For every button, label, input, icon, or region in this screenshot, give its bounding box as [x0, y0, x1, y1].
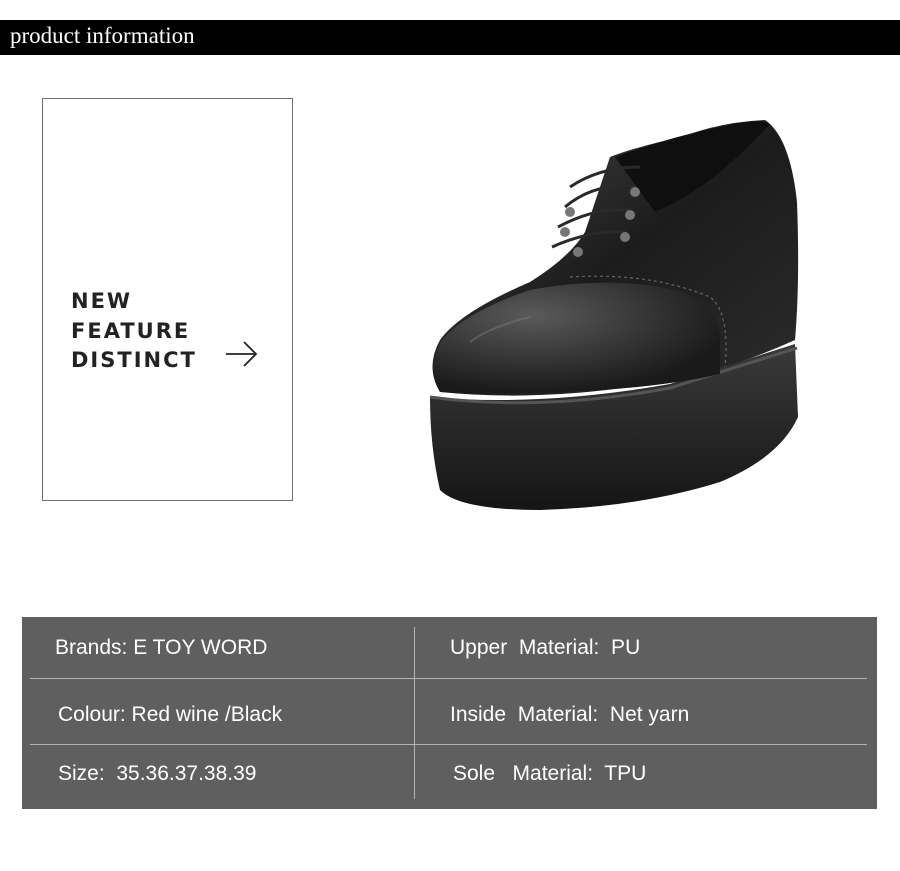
arrow-right-icon	[226, 341, 258, 367]
spec-table: Brands: E TOY WORD Upper Material: PU Co…	[22, 617, 877, 809]
size-cell: Size: 35.36.37.38.39	[58, 762, 257, 785]
page-title: product information	[10, 23, 195, 48]
header-bar: product information	[0, 20, 900, 55]
brand-cell: Brands: E TOY WORD	[55, 636, 268, 659]
column-divider	[414, 627, 415, 799]
sole-material-cell: Sole Material: TPU	[453, 762, 647, 785]
feature-text: NEW FEATURE DISTINCT	[71, 287, 197, 376]
feature-line-distinct: DISTINCT	[71, 348, 197, 372]
colour-cell: Colour: Red wine /Black	[58, 703, 283, 726]
feature-line-feature: FEATURE	[71, 318, 191, 343]
row-divider	[30, 744, 867, 745]
shoe-icon	[429, 120, 799, 510]
inside-material-cell: Inside Material: Net yarn	[450, 703, 690, 726]
upper-material-cell: Upper Material: PU	[450, 636, 641, 659]
feature-box: NEW FEATURE DISTINCT	[42, 98, 293, 501]
row-divider	[30, 678, 867, 679]
feature-line-new: NEW	[71, 289, 133, 313]
